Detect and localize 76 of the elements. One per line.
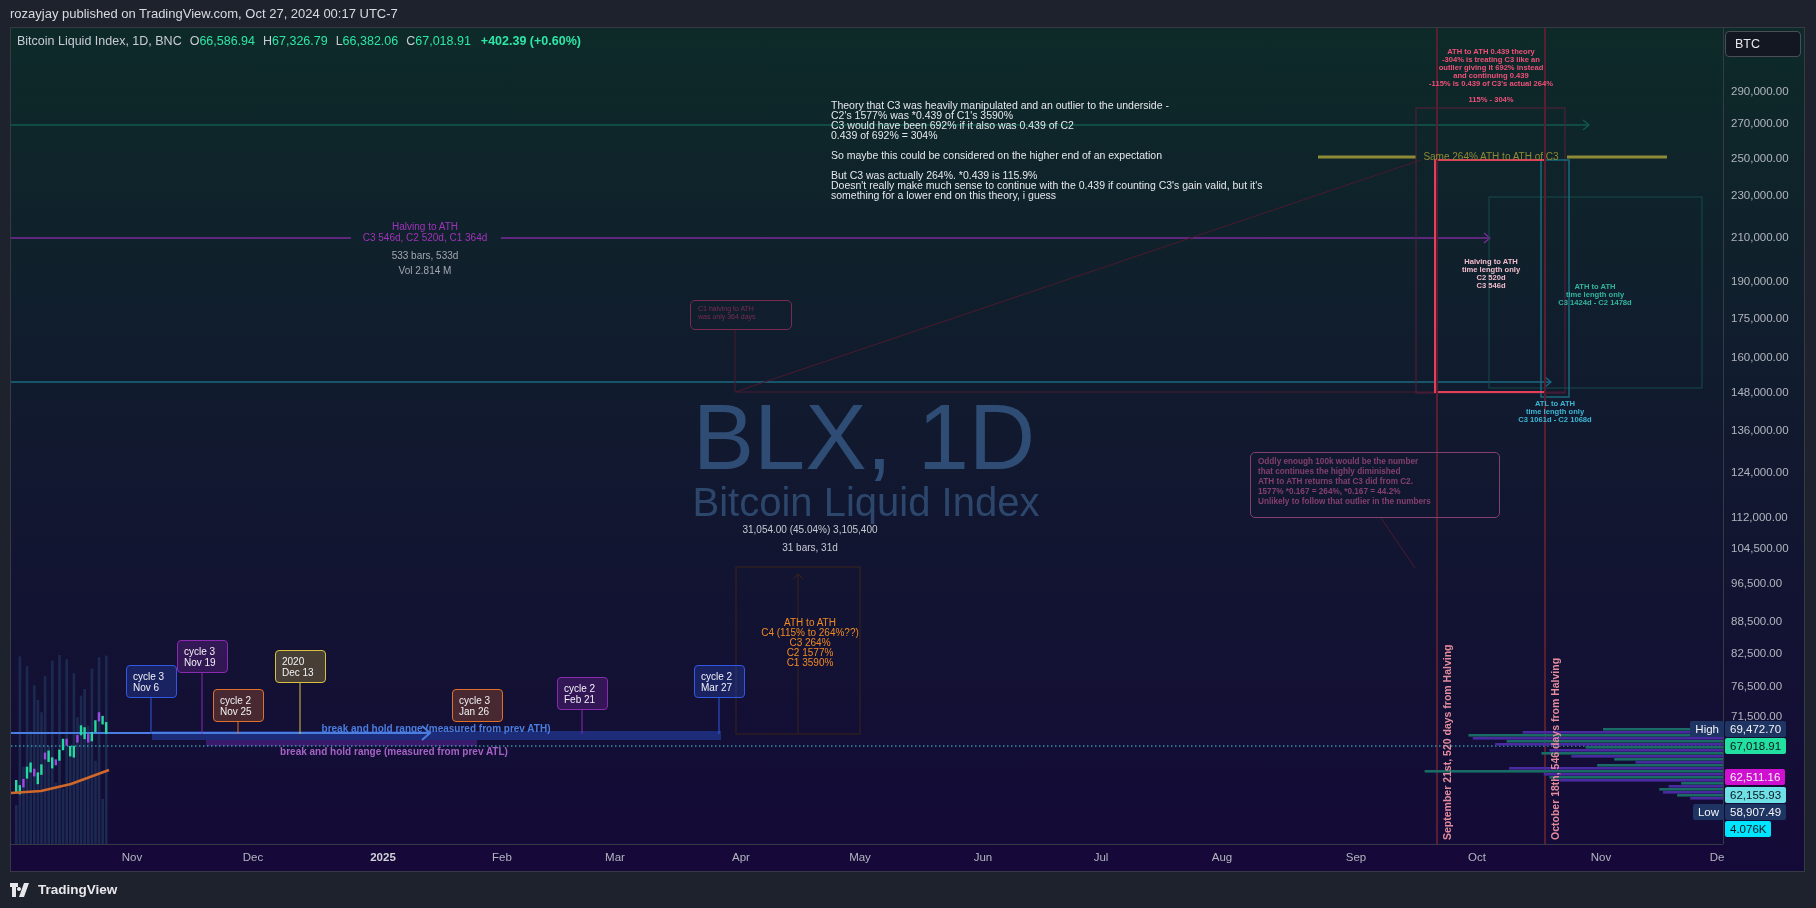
price-tick-label: 96,500.00: [1731, 576, 1783, 591]
logo-icon: [10, 882, 32, 897]
price-marker-label: High: [1690, 721, 1724, 737]
time-axis-label: De: [1709, 851, 1725, 863]
symbol-watermark: Bitcoin Liquid Index: [692, 482, 1040, 522]
chart-note: 31,054.00 (45.04%) 3,105,400: [742, 524, 878, 536]
date-flag: cycle 3 Nov 19: [177, 640, 228, 673]
price-change: +402.39 (+0.60%): [480, 34, 581, 48]
price-marker: 67,018.91: [1725, 738, 1787, 754]
time-axis-label: May: [849, 851, 871, 863]
price-marker: 58,907.49: [1725, 804, 1787, 820]
price-tick-label: 290,000.00: [1731, 84, 1789, 99]
vertical-line-label: September 21st, 520 days from Halving: [1440, 644, 1454, 840]
price-tick-label: 250,000.00: [1731, 151, 1789, 166]
flag-stem: [150, 697, 152, 735]
price-tick-label: 71,500.00: [1731, 709, 1783, 724]
chart-note: ATH to ATH C4 (115% to 264%??) C3 264% C2 1577% C1 3590%: [761, 618, 859, 668]
chart-note: Halving to ATH C3 546d, C2 520d, C1 364d: [362, 221, 488, 243]
date-flag: cycle 3 Nov 6: [126, 665, 177, 698]
time-axis-label: Mar: [605, 851, 625, 863]
time-axis-label: Aug: [1211, 851, 1233, 863]
date-flag: cycle 2 Feb 21: [557, 677, 608, 710]
chart-note: 31 bars, 31d: [782, 542, 838, 554]
symbol-title: Bitcoin Liquid Index, 1D, BNC: [17, 34, 182, 48]
publisher-line: rozayjay published on TradingView.com, Oct 27, 2024 00:17 UTC-7: [10, 6, 398, 21]
flag-stem: [237, 721, 239, 735]
time-axis-label: Nov: [1590, 851, 1612, 863]
time-axis-label: Sep: [1345, 851, 1367, 863]
price-tick-label: 190,000.00: [1731, 274, 1789, 289]
price-tick-label: 104,500.00: [1731, 541, 1789, 556]
brand-name: TradingView: [38, 882, 118, 897]
currency-button[interactable]: BTC: [1725, 31, 1801, 57]
price-marker: 62,155.93: [1725, 787, 1787, 803]
price-tick-label: 76,500.00: [1731, 679, 1783, 694]
price-tick-label: 175,000.00: [1731, 311, 1789, 326]
date-flag: cycle 2 Mar 27: [694, 665, 745, 698]
chart-note: Theory that C3 was heavily manipulated and an outlier to the underside - C2's 1577% was *0.439 of C1's 3590% C3 would have been 692% if it also was 0.439 of C2 0.439 of 692% = 304% So maybe this could be considered on the higher end of an expectation But C3 was actually 264%. *0.439 is 115.9% Doesn't really make much sense to continue with the 0.439 if counting C3's gain valid, but it's something for a lower end on this theory, i guess: [831, 100, 1263, 200]
price-tick-label: 270,000.00: [1731, 116, 1789, 131]
price-marker: 62,511.16: [1725, 769, 1786, 785]
price-tick-label: 88,500.00: [1731, 614, 1783, 629]
price-tick-label: 210,000.00: [1731, 230, 1789, 245]
price-tick-label: 160,000.00: [1731, 350, 1789, 365]
callout-note: Oddly enough 100k would be the number that continues the highly diminished ATH to ATH returns that C3 did from C2. 1577% *0.167 = 264%, *0.167 = 44.2% Unlikely to follow that outlier in the numbers: [1250, 452, 1500, 518]
price-tick-label: 112,000.00: [1731, 510, 1788, 525]
ohlc-value: C67,018.91: [406, 34, 471, 48]
leader-line: [1380, 517, 1416, 569]
time-axis-label: Dec: [242, 851, 264, 863]
flag-stem: [581, 709, 583, 735]
vertical-line-label: October 18th, 546 days from Halving: [1548, 657, 1562, 840]
time-axis-label: Jul: [1093, 851, 1109, 863]
price-tick-label: 124,000.00: [1731, 465, 1789, 480]
time-axis-label: Jun: [973, 851, 993, 863]
time-axis-label: Apr: [732, 851, 750, 863]
chart-note: 533 bars, 533d: [391, 250, 459, 262]
price-tick-label: 230,000.00: [1731, 188, 1789, 203]
flag-stem: [299, 682, 301, 735]
time-axis-label: Oct: [1468, 851, 1486, 863]
ohlc-value: L66,382.06: [335, 34, 399, 48]
chart-note: Vol 2.814 M: [398, 265, 452, 277]
flag-stem: [201, 672, 203, 735]
ohlc-value: H67,326.79: [263, 34, 328, 48]
date-flag: cycle 2 Nov 25: [213, 689, 264, 722]
price-tick-label: 136,000.00: [1731, 423, 1789, 438]
time-axis-label: 2025: [370, 851, 396, 863]
time-axis-label: Nov: [121, 851, 143, 863]
price-marker: 4.076K: [1725, 821, 1772, 837]
price-marker-label: Low: [1692, 804, 1724, 820]
date-flag: cycle 3 Jan 26: [452, 689, 503, 722]
price-marker: 69,472.70: [1725, 721, 1787, 737]
date-flag: 2020 Dec 13: [275, 650, 326, 683]
flag-stem: [718, 697, 720, 735]
range-label: break and hold range (measured from prev ATL): [280, 746, 508, 758]
price-tick-label: 148,000.00: [1731, 385, 1789, 400]
time-axis-label: Feb: [492, 851, 512, 863]
ohlc-value: O66,586.94: [189, 34, 255, 48]
price-tick-label: 82,500.00: [1731, 646, 1783, 661]
